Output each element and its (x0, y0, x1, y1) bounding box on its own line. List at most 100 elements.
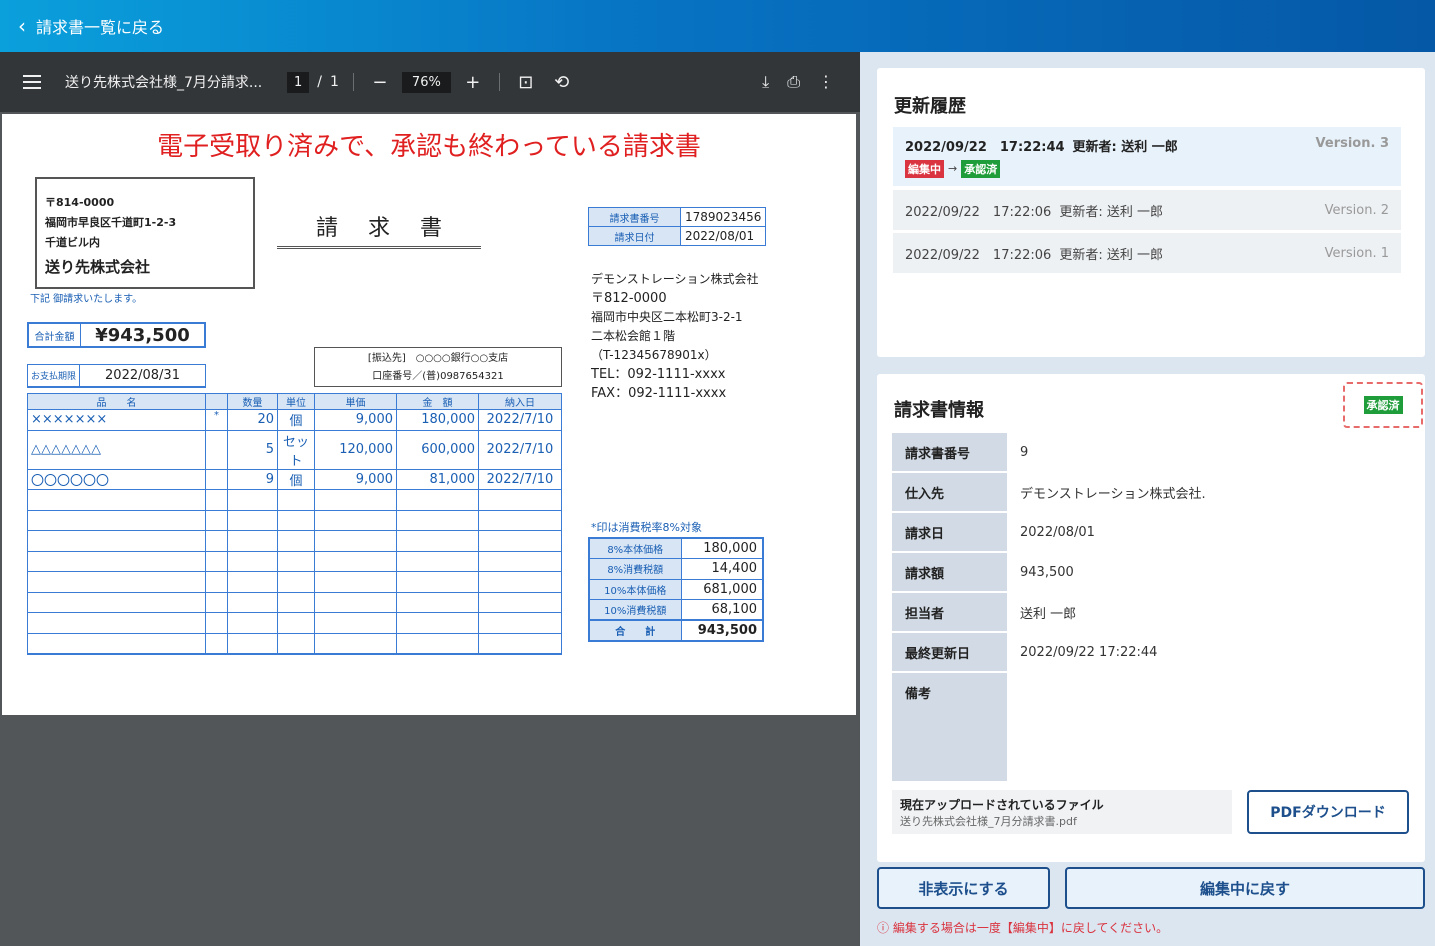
file-title: 現在アップロードされているファイル (900, 798, 1104, 812)
table-cell: ××××××× (27, 409, 206, 431)
history-datetime: 2022/09/22 17:22:06 (905, 204, 1052, 220)
table-cell (205, 489, 228, 511)
history-entry[interactable]: 2022/09/22 17:22:44 更新者: 送利 一郎 Version. … (893, 127, 1401, 186)
history-version: Version. 3 (1315, 135, 1389, 151)
table-cell (227, 632, 278, 655)
table-cell (396, 612, 479, 634)
column-header: 数量 (227, 393, 278, 410)
pdf-page: 電子受取り済みで、承認も終わっている請求書 〒814-0000 福岡市早良区千道… (2, 114, 856, 715)
tax-total-label: 合 計 (588, 619, 682, 641)
fit-page-icon[interactable]: ⊡ (514, 72, 538, 93)
table-cell (27, 509, 206, 531)
table-cell (227, 550, 278, 572)
table-cell (227, 530, 278, 552)
history-version: Version. 2 (1324, 202, 1389, 218)
table-cell: 180,000 (396, 409, 479, 431)
tax-value: 180,000 (680, 537, 764, 559)
page-input[interactable]: 1 (287, 71, 310, 93)
rotate-icon[interactable]: ⟲ (550, 72, 574, 93)
table-cell: 2022/7/10 (478, 409, 562, 431)
column-header: 品 名 (27, 393, 206, 410)
download-icon[interactable]: ⤓ (762, 72, 769, 92)
total-label: 合計金額 (29, 324, 81, 346)
table-cell (314, 632, 397, 655)
due-date-box: お支払期限 2022/08/31 (27, 364, 206, 388)
recipient-zip: 〒814-0000 (45, 196, 115, 209)
table-row (27, 550, 562, 572)
recipient-address: 福岡市早良区千道町1-2-3 (45, 216, 177, 229)
table-cell: 9,000 (314, 409, 397, 431)
table-cell (205, 550, 228, 572)
sender-fax: FAX：092-1111-xxxx (591, 386, 727, 401)
more-options-icon[interactable]: ⋮ (818, 72, 834, 92)
table-cell: 〇〇〇〇〇〇 (27, 468, 206, 490)
table-cell (277, 612, 315, 634)
recipient-name: 送り先株式会社 (45, 258, 151, 276)
file-name: 送り先株式会社様_7月分請求書.pdf (900, 815, 1077, 828)
tax-value: 68,100 (680, 599, 764, 621)
tax-value: 14,400 (680, 558, 764, 580)
table-cell: △△△△△△△ (27, 429, 206, 470)
status-badge: 承認済 (961, 159, 1001, 178)
sender-name: デモンストレーション株式会社 (591, 272, 759, 286)
table-cell (478, 571, 562, 593)
invoice-meta: 請求書番号 1789023456 請求日付 2022/08/01 (588, 207, 767, 246)
due-label: お支払期限 (28, 365, 80, 386)
info-label: 請求書番号 (892, 433, 1007, 471)
table-cell (205, 632, 228, 655)
table-cell (227, 591, 278, 613)
info-value: 9 (1020, 444, 1029, 460)
table-cell: 個 (277, 409, 315, 431)
hide-button[interactable]: 非表示にする (877, 867, 1050, 909)
table-cell (277, 571, 315, 593)
zoom-input[interactable]: 76% (401, 71, 451, 93)
table-cell (27, 571, 206, 593)
history-title: 更新履歴 (894, 96, 966, 117)
zoom-out-icon[interactable]: − (368, 72, 392, 93)
history-entry[interactable]: 2022/09/22 17:22:06 更新者: 送利 一郎 Version. … (893, 190, 1401, 230)
table-cell (314, 591, 397, 613)
meta-label: 請求書番号 (588, 207, 681, 227)
table-cell (277, 489, 315, 511)
table-row (27, 632, 562, 655)
table-cell (396, 489, 479, 511)
table-cell: 81,000 (396, 468, 479, 490)
sender-address: 福岡市中央区二本松町3-2-1 (591, 310, 743, 324)
table-cell: 20 (227, 409, 278, 431)
zoom-in-icon[interactable]: + (461, 72, 485, 93)
print-icon[interactable]: ⎙ (787, 72, 800, 92)
table-cell (277, 632, 315, 655)
invoice-info-table: 請求書番号 9 仕入先 デモンストレーション株式会社. 請求日 2022/08/01 … (892, 431, 1409, 783)
pdf-filename: 送り先株式会社様_7月分請求... (65, 75, 263, 91)
table-cell (478, 591, 562, 613)
column-header (205, 393, 228, 410)
pdf-download-button[interactable]: PDFダウンロード (1247, 790, 1409, 834)
right-panel: 更新履歴 2022/09/22 17:22:44 更新者: 送利 一郎 Vers… (860, 52, 1435, 946)
menu-icon[interactable] (23, 75, 41, 89)
table-cell (396, 632, 479, 655)
recipient-building: 千道ビル内 (45, 236, 100, 249)
back-to-list-link[interactable]: 請求書一覧に戻る (36, 14, 164, 38)
back-to-edit-button[interactable]: 編集中に戻す (1065, 867, 1425, 909)
table-cell (478, 550, 562, 572)
table-cell (27, 530, 206, 552)
table-cell (314, 571, 397, 593)
uploaded-file: 現在アップロードされているファイル 送り先株式会社様_7月分請求書.pdf (892, 790, 1232, 834)
table-cell (478, 509, 562, 531)
table-cell: 2022/7/10 (478, 429, 562, 470)
pdf-viewer: 送り先株式会社様_7月分請求... 1 / 1 − 76% + ⊡ ⟲ ⤓ ⎙ … (0, 52, 860, 946)
table-cell: 120,000 (314, 429, 397, 470)
history-entry[interactable]: 2022/09/22 17:22:06 更新者: 送利 一郎 Version. … (893, 233, 1401, 273)
tax-note: *印は消費税率8%対象 (591, 521, 702, 534)
column-header: 単位 (277, 393, 315, 410)
history-card: 更新履歴 2022/09/22 17:22:44 更新者: 送利 一郎 Vers… (877, 68, 1425, 357)
table-cell: * (205, 409, 228, 431)
table-row (27, 489, 562, 511)
tax-label: 8%消費税額 (588, 558, 682, 580)
chevron-left-icon[interactable]: ‹ (18, 16, 26, 36)
info-value: 2022/08/01 (1020, 524, 1095, 540)
table-cell (227, 612, 278, 634)
table-row: ××××××× * 20 個 9,000 180,000 2022/7/10 (27, 409, 562, 431)
pdf-toolbar: 送り先株式会社様_7月分請求... 1 / 1 − 76% + ⊡ ⟲ ⤓ ⎙ … (0, 52, 860, 112)
table-cell (277, 550, 315, 572)
